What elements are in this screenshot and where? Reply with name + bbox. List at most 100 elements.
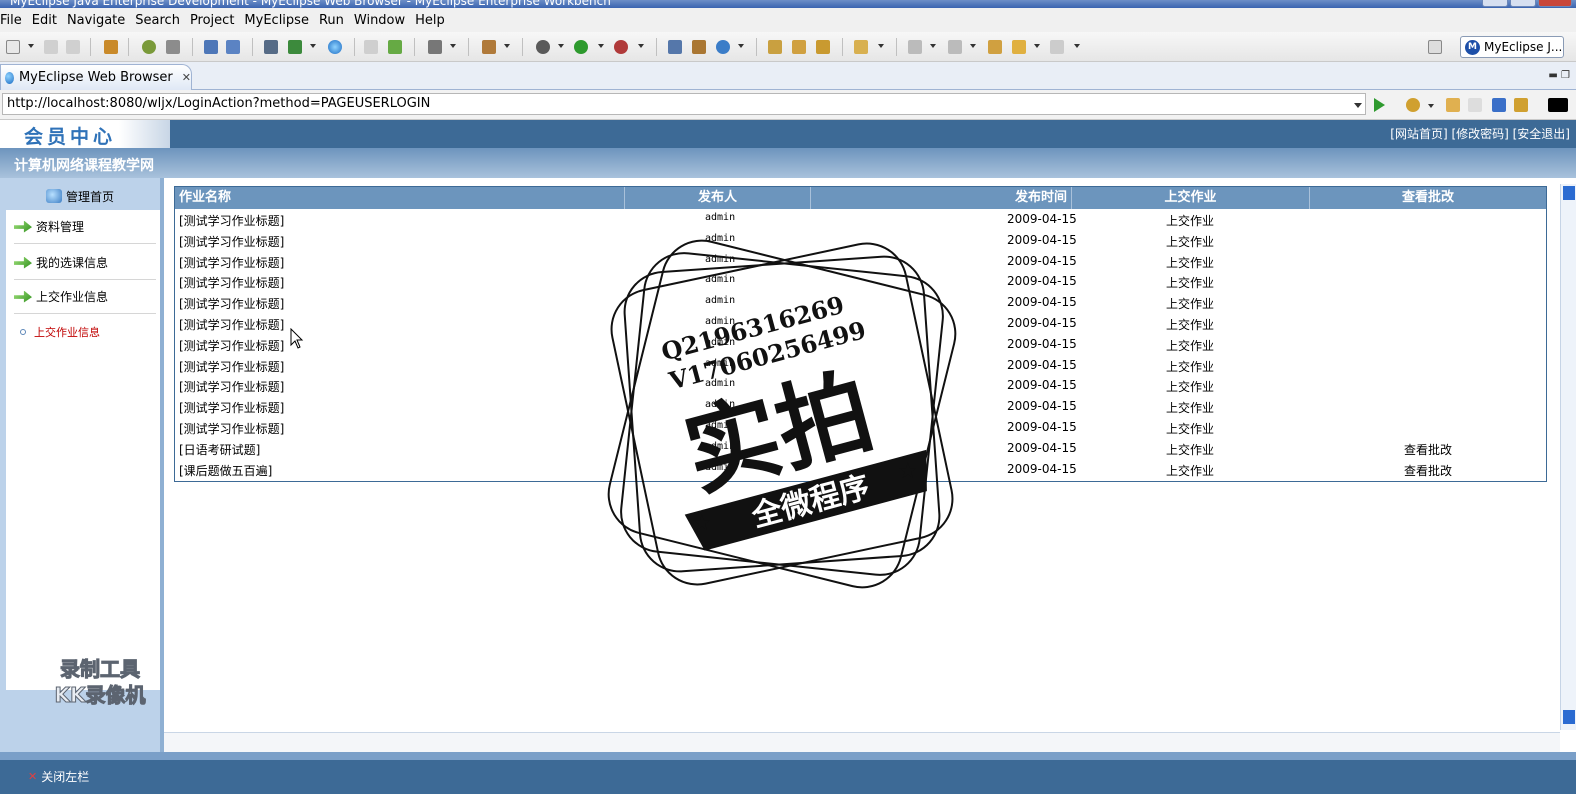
run-dropdown-icon[interactable] [598, 44, 604, 48]
sidebar-item-my-courses[interactable]: 我的选课信息 [14, 246, 156, 280]
cell-homework-name[interactable]: [测试学习作业标题] [179, 212, 284, 229]
forward-icon[interactable] [1050, 40, 1064, 54]
cell-submit-link[interactable]: 上交作业 [1166, 316, 1214, 333]
cell-homework-name[interactable]: [测试学习作业标题] [179, 399, 284, 416]
stop-icon[interactable] [1492, 98, 1506, 112]
cell-review-link[interactable]: 查看批改 [1404, 441, 1452, 458]
close-sidebar-button[interactable]: ✕ 关闭左栏 [28, 768, 89, 785]
cell-homework-name[interactable]: [测试学习作业标题] [179, 420, 284, 437]
sidebar-item-submit-homework[interactable]: 上交作业信息 [14, 280, 156, 314]
go-icon[interactable] [1374, 98, 1385, 112]
save-all-icon[interactable] [66, 40, 80, 54]
launch-icon[interactable] [792, 40, 806, 54]
url-history-dropdown-icon[interactable] [1354, 103, 1362, 108]
scroll-up-icon[interactable] [1563, 186, 1575, 200]
server-dropdown-icon[interactable] [310, 44, 316, 48]
cell-homework-name[interactable]: [测试学习作业标题] [179, 316, 284, 333]
menu-search[interactable]: Search [135, 13, 188, 28]
perspective-switcher[interactable]: M MyEclipse J... [1460, 36, 1564, 58]
new-web-project-icon[interactable] [388, 40, 402, 54]
cell-homework-name[interactable]: [课后题做五百遍] [179, 462, 272, 479]
search-icon[interactable] [204, 40, 218, 54]
cell-submit-link[interactable]: 上交作业 [1166, 233, 1214, 250]
cell-homework-name[interactable]: [测试学习作业标题] [179, 378, 284, 395]
next-annotation-dropdown-icon[interactable] [930, 44, 936, 48]
run-server-icon[interactable] [288, 40, 302, 54]
forward-dropdown-icon[interactable] [1074, 44, 1080, 48]
browser-icon[interactable] [328, 40, 342, 54]
open-perspective-icon[interactable] [1428, 40, 1442, 54]
folder-icon[interactable] [854, 40, 868, 54]
open-project-icon[interactable] [768, 40, 782, 54]
open-folder-icon[interactable] [816, 40, 830, 54]
cell-submit-link[interactable]: 上交作业 [1166, 462, 1214, 479]
minimize-window-button[interactable] [1482, 0, 1508, 7]
cell-homework-name[interactable]: [测试学习作业标题] [179, 233, 284, 250]
tab-web-browser[interactable]: MyEclipse Web Browser ✕ [0, 64, 192, 90]
favorites-dropdown-icon[interactable] [1428, 104, 1434, 108]
package-icon[interactable] [104, 40, 118, 54]
search-file-icon[interactable] [226, 40, 240, 54]
server-icon[interactable] [166, 40, 180, 54]
new-icon[interactable] [6, 40, 20, 54]
cell-submit-link[interactable]: 上交作业 [1166, 441, 1214, 458]
toolbar-overflow-icon[interactable] [1548, 98, 1568, 112]
favorites-icon[interactable] [1406, 98, 1420, 112]
cell-submit-link[interactable]: 上交作业 [1166, 212, 1214, 229]
debug-icon[interactable] [536, 40, 550, 54]
back-dropdown-icon[interactable] [1034, 44, 1040, 48]
sidebar-item-materials[interactable]: 资料管理 [14, 210, 156, 244]
cell-homework-name[interactable]: [日语考研试题] [179, 441, 260, 458]
menu-run[interactable]: Run [319, 13, 352, 28]
external-tools-icon[interactable] [614, 40, 628, 54]
cell-submit-link[interactable]: 上交作业 [1166, 399, 1214, 416]
cell-homework-name[interactable]: [测试学习作业标题] [179, 295, 284, 312]
bug-icon[interactable] [142, 40, 156, 54]
scroll-down-icon[interactable] [1563, 710, 1575, 724]
new-package-icon[interactable] [692, 40, 706, 54]
cell-homework-name[interactable]: [测试学习作业标题] [179, 274, 284, 291]
back-icon[interactable] [1012, 40, 1026, 54]
cell-submit-link[interactable]: 上交作业 [1166, 274, 1214, 291]
cell-submit-link[interactable]: 上交作业 [1166, 378, 1214, 395]
wizard-icon[interactable] [482, 40, 496, 54]
minimize-maximize-icon[interactable]: ▬ ❐ [1548, 70, 1570, 81]
wizard-dropdown-icon[interactable] [504, 44, 510, 48]
menu-navigate[interactable]: Navigate [67, 13, 133, 28]
close-window-button[interactable] [1538, 0, 1572, 7]
camera-icon[interactable] [428, 40, 442, 54]
menu-help[interactable]: Help [415, 13, 453, 28]
cell-submit-link[interactable]: 上交作业 [1166, 254, 1214, 271]
vertical-scrollbar[interactable] [1560, 184, 1576, 730]
cell-submit-link[interactable]: 上交作业 [1166, 295, 1214, 312]
cell-homework-name[interactable]: [测试学习作业标题] [179, 337, 284, 354]
header-links[interactable]: [网站首页] [修改密码] [安全退出] [1390, 125, 1570, 142]
close-tab-icon[interactable]: ✕ [182, 71, 191, 84]
camera-dropdown-icon[interactable] [450, 44, 456, 48]
next-annotation-icon[interactable] [908, 40, 922, 54]
folder-dropdown-icon[interactable] [878, 44, 884, 48]
save-icon[interactable] [44, 40, 58, 54]
debug-dropdown-icon[interactable] [558, 44, 564, 48]
open-type-icon[interactable] [364, 40, 378, 54]
menu-window[interactable]: Window [354, 13, 413, 28]
sidebar-home[interactable]: 管理首页 [0, 184, 160, 208]
sidebar-subitem-submit-homework[interactable]: 上交作业信息 [20, 324, 100, 340]
menu-myeclipse[interactable]: MyEclipse [244, 13, 317, 28]
external-tools-dropdown-icon[interactable] [638, 44, 644, 48]
cell-submit-link[interactable]: 上交作业 [1166, 337, 1214, 354]
cell-submit-link[interactable]: 上交作业 [1166, 420, 1214, 437]
deploy-icon[interactable] [264, 40, 278, 54]
new-dropdown-icon[interactable] [28, 44, 34, 48]
new-dropdown2-icon[interactable] [738, 44, 744, 48]
menu-edit[interactable]: Edit [32, 13, 65, 28]
browser-forward-icon[interactable] [1468, 98, 1482, 112]
new-interface-icon[interactable] [716, 40, 730, 54]
new-class-icon[interactable] [668, 40, 682, 54]
menu-file[interactable]: File [0, 13, 30, 28]
url-input[interactable]: http://localhost:8080/wljx/LoginAction?m… [2, 93, 1366, 115]
cell-review-link[interactable]: 查看批改 [1404, 462, 1452, 479]
browser-back-icon[interactable] [1446, 98, 1460, 112]
menu-project[interactable]: Project [190, 13, 242, 28]
cell-submit-link[interactable]: 上交作业 [1166, 358, 1214, 375]
